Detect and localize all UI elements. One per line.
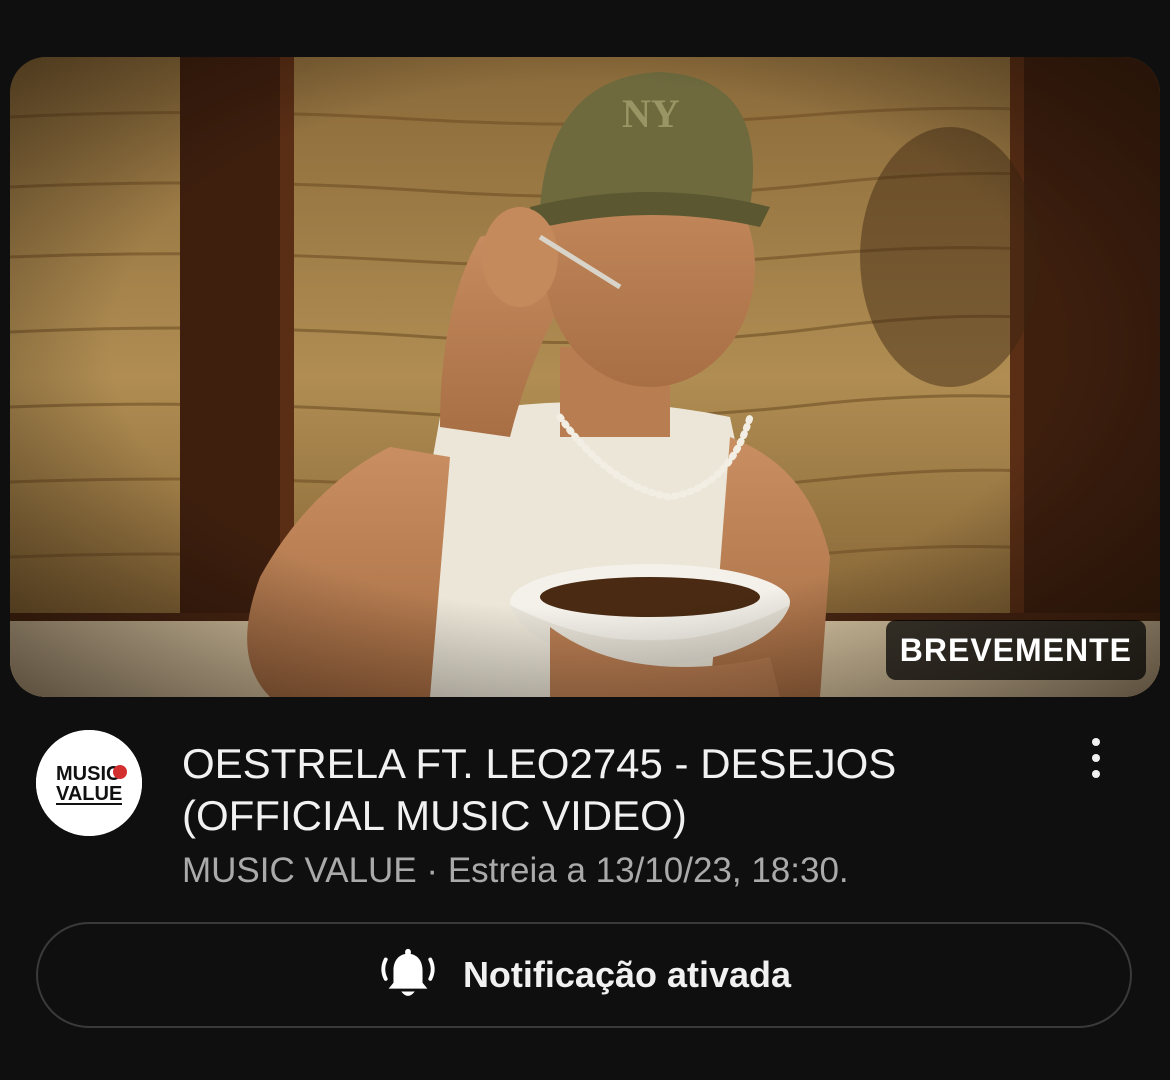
notification-button-label: Notificação ativada xyxy=(462,954,792,995)
logo-text-line2: VALUE xyxy=(56,783,122,805)
channel-name[interactable]: MUSIC VALUE xyxy=(182,851,417,890)
video-title-line2: (OFFICIAL MUSIC VIDEO) xyxy=(182,792,687,839)
video-thumbnail[interactable]: NY BREVEMENTE xyxy=(10,57,1160,697)
more-vertical-icon-dot xyxy=(1092,754,1100,762)
video-title-line1: OESTRELA FT. LEO2745 - DESEJOS xyxy=(182,740,897,787)
more-vertical-icon-dot xyxy=(1092,770,1100,778)
video-subline: MUSIC VALUE · Estreia a 13/10/23, 18:30. xyxy=(182,850,849,892)
video-title[interactable]: OESTRELA FT. LEO2745 - DESEJOS (OFFICIAL… xyxy=(182,738,1042,842)
separator-dot: · xyxy=(426,851,439,890)
video-metadata: MUSIC VALUE OESTRELA FT. LEO2745 - DESEJ… xyxy=(0,730,1170,900)
channel-avatar[interactable]: MUSIC VALUE xyxy=(36,730,142,836)
video-card-page: NY BREVEMENTE MUSIC VALUE xyxy=(0,0,1170,1080)
premiere-badge: BREVEMENTE xyxy=(885,620,1146,680)
notification-button[interactable]: Notificação ativada xyxy=(36,922,1132,1028)
more-vertical-icon-dot xyxy=(1092,738,1100,746)
music-value-logo: MUSIC VALUE xyxy=(36,730,142,836)
more-options-button[interactable] xyxy=(1078,738,1114,778)
premiere-badge-label: BREVEMENTE xyxy=(899,631,1132,668)
premiere-date: Estreia a 13/10/23, 18:30. xyxy=(447,851,849,890)
logo-text-line1: MUSIC xyxy=(56,763,120,785)
thumbnail-illustration: NY xyxy=(10,57,1160,697)
bell-ringing-icon xyxy=(381,948,435,996)
